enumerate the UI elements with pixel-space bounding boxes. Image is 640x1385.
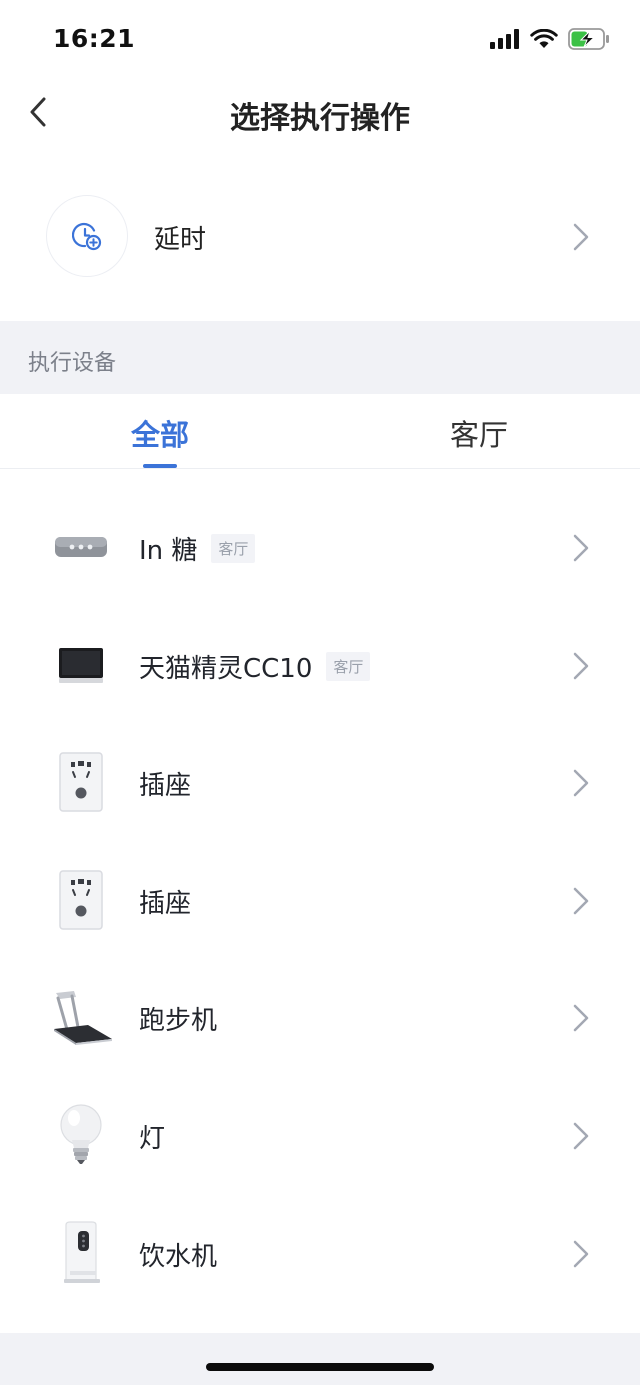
page-title: 选择执行操作 (230, 101, 410, 136)
device-name: 插座 (139, 771, 192, 802)
room-badge: 客厅 (211, 534, 256, 563)
chevron-right-icon (573, 1240, 589, 1267)
status-bar: 16:21 (0, 0, 640, 80)
device-name: 插座 (139, 888, 192, 919)
chevron-right-icon (573, 1005, 589, 1032)
light-bulb-icon (48, 1102, 114, 1168)
wifi-icon (530, 29, 558, 48)
nav-bar: 选择执行操作 (0, 80, 640, 146)
chevron-right-icon (573, 652, 589, 679)
device-name: In 糖 (139, 536, 198, 566)
device-name: 跑步机 (139, 1006, 218, 1037)
tab-all[interactable]: 全部 (131, 412, 189, 454)
clock-add-icon (72, 222, 102, 251)
smart-screen-icon (48, 632, 114, 698)
delay-label: 延时 (154, 225, 207, 255)
active-tab-indicator (143, 464, 177, 468)
tab-living-room[interactable]: 客厅 (450, 412, 508, 454)
list-item[interactable]: 插座 (0, 725, 640, 843)
delay-icon-container (46, 195, 128, 277)
status-time: 16:21 (53, 24, 136, 53)
device-name: 灯 (139, 1123, 166, 1154)
device-name: 饮水机 (139, 1241, 218, 1272)
signal-icon (490, 29, 519, 49)
socket-icon (48, 749, 114, 815)
home-indicator[interactable] (206, 1363, 434, 1371)
water-dispenser-icon (48, 1220, 114, 1286)
list-item[interactable]: 跑步机 (0, 960, 640, 1078)
section-title: 执行设备 (28, 351, 117, 376)
chevron-right-icon (573, 534, 589, 562)
chevron-right-icon (573, 223, 589, 251)
chevron-right-icon (573, 769, 589, 797)
battery-charging-icon (568, 28, 609, 50)
device-list: In 糖 客厅 天猫精灵CC10 客厅 插座 插座 跑步机 灯 饮水机 (0, 490, 640, 1313)
chevron-right-icon (573, 887, 589, 915)
list-item[interactable]: 饮水机 (0, 1196, 640, 1314)
room-tabs: 全部 客厅 (0, 394, 640, 469)
list-item[interactable]: 插座 (0, 843, 640, 961)
chevron-right-icon (573, 1122, 589, 1150)
list-item[interactable]: 灯 (0, 1078, 640, 1196)
status-icons (490, 28, 610, 50)
bottom-bar (0, 1333, 640, 1385)
section-header: 执行设备 (0, 321, 640, 394)
list-item[interactable]: In 糖 客厅 (0, 490, 640, 608)
delay-row[interactable]: 延时 (0, 185, 640, 287)
room-badge: 客厅 (326, 651, 371, 681)
socket-icon (48, 867, 114, 933)
device-name: 天猫精灵CC10 (139, 653, 313, 684)
list-item[interactable]: 天猫精灵CC10 客厅 (0, 608, 640, 726)
remote-hub-icon (48, 514, 114, 580)
treadmill-icon (48, 984, 114, 1050)
